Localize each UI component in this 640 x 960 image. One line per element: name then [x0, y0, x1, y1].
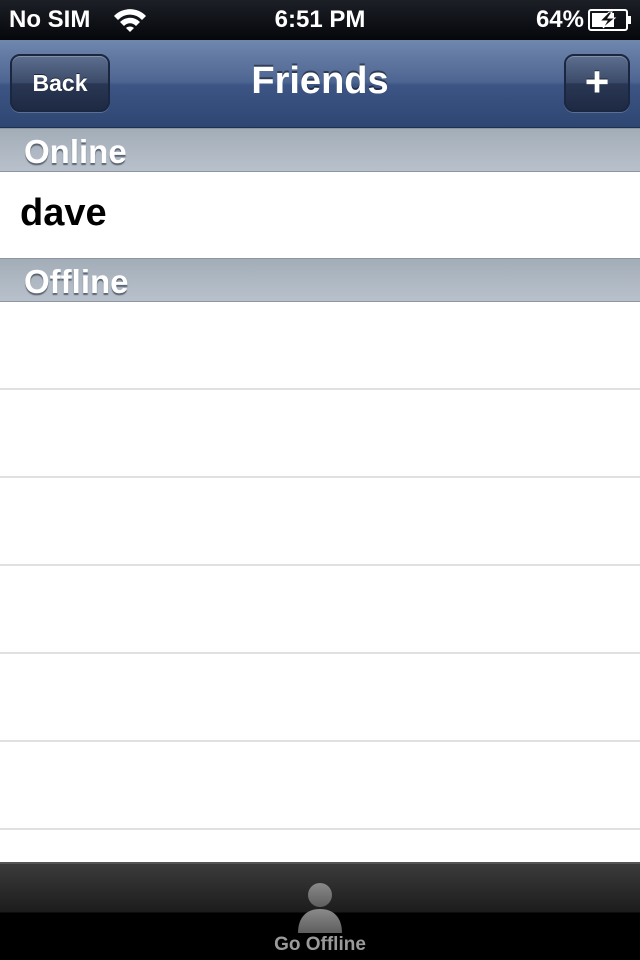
empty-row [0, 830, 640, 862]
battery-charging-icon [588, 9, 631, 31]
tab-bar: Go Offline [0, 862, 640, 960]
empty-row [0, 390, 640, 478]
section-header-offline: Offline [0, 258, 640, 302]
status-bar: No SIM 6:51 PM 64% [0, 0, 640, 40]
empty-row [0, 654, 640, 742]
empty-row [0, 302, 640, 390]
empty-row [0, 478, 640, 566]
add-friend-button[interactable]: + [564, 54, 630, 112]
navigation-bar: Back Friends + [0, 40, 640, 128]
empty-row [0, 566, 640, 654]
page-title: Friends [251, 60, 389, 102]
section-header-label: Online [24, 133, 127, 170]
section-header-online: Online [0, 128, 640, 172]
section-header-label: Offline [24, 263, 129, 300]
person-icon [298, 883, 342, 933]
plus-icon: + [584, 58, 610, 105]
empty-row [0, 742, 640, 830]
battery-percent: 64% [535, 6, 584, 33]
friend-name: dave [20, 192, 107, 234]
friend-row[interactable]: dave [0, 172, 640, 258]
tab-go-offline[interactable]: Go Offline [245, 864, 395, 960]
tab-label: Go Offline [274, 934, 366, 955]
